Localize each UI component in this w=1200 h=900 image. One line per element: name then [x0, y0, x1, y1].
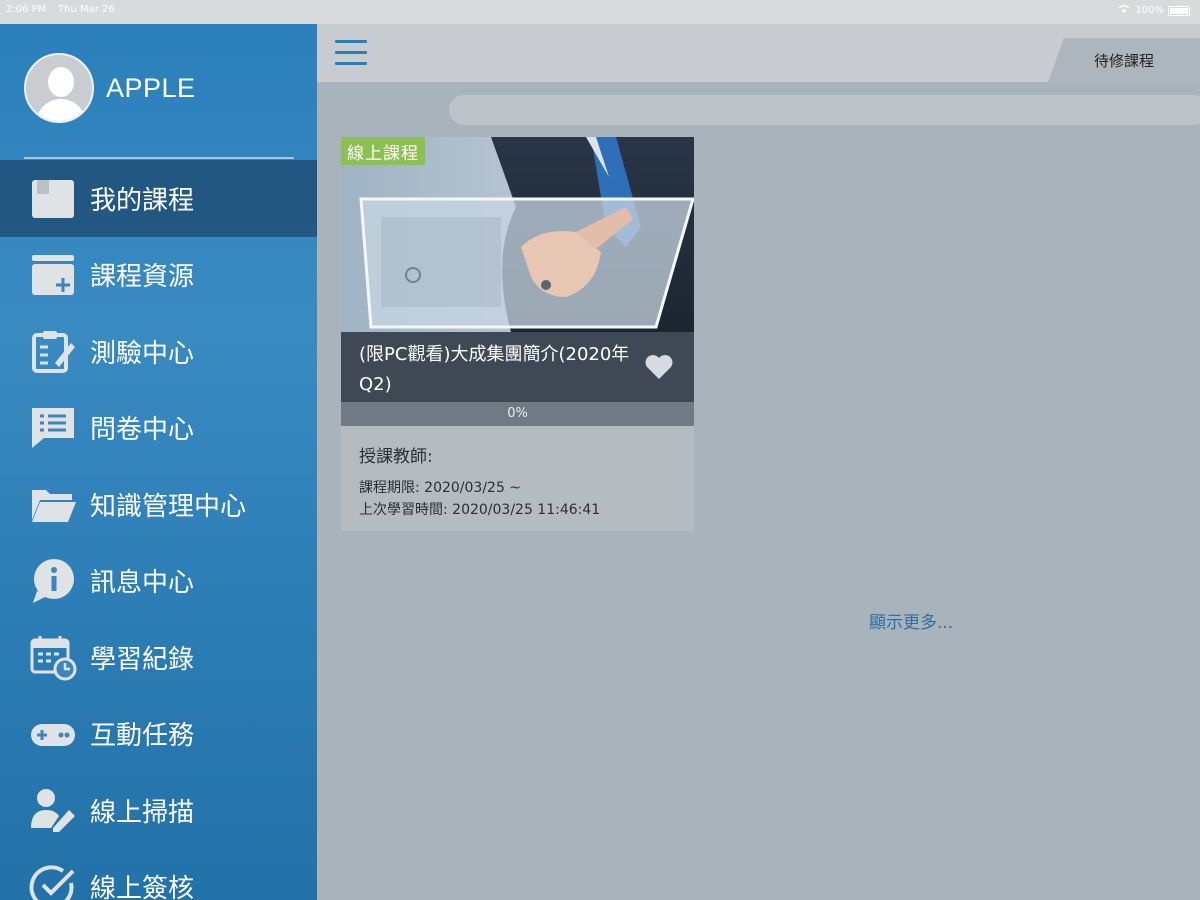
calendar-clock-icon	[28, 632, 78, 682]
course-info: 授課教師: 課程期限: 2020/03/25 ~ 上次學習時間: 2020/03…	[341, 426, 694, 531]
gamepad-icon	[28, 709, 78, 759]
status-date: Thu Mar 26	[58, 4, 115, 15]
sidebar-item-label: 知識管理中心	[90, 491, 247, 522]
sidebar-item-label: 我的課程	[90, 185, 195, 216]
avatar	[24, 53, 94, 123]
info-bubble-icon	[28, 556, 78, 606]
sidebar-item-knowledge-center[interactable]: 知識管理中心	[0, 466, 317, 543]
sidebar-menu: 我的課程 課程資源 測驗中心 問卷中心 知識管理中心 訊息中心 學習紀錄 互動任…	[0, 160, 317, 900]
last-learn-time: 上次學習時間: 2020/03/25 11:46:41	[359, 502, 601, 518]
search-bar[interactable]	[449, 95, 1200, 125]
sidebar-item-course-resources[interactable]: 課程資源	[0, 237, 317, 314]
sidebar-item-online-scan[interactable]: 線上掃描	[0, 772, 317, 849]
show-more-link[interactable]: 顯示更多...	[869, 608, 953, 633]
course-title: (限PC觀看)大成集團簡介(2020年Q2)	[359, 344, 630, 395]
username: APPLE	[106, 72, 196, 103]
sidebar-item-interactive-tasks[interactable]: 互動任務	[0, 696, 317, 773]
sidebar-item-my-courses[interactable]: 我的課程	[0, 160, 317, 237]
user-profile[interactable]: APPLE	[24, 52, 196, 124]
online-course-badge: 線上課程	[341, 137, 425, 165]
sidebar: APPLE 我的課程 課程資源 測驗中心 問卷中心 知識管理中心 訊息中心 學習…	[0, 24, 317, 900]
status-bar: 2:06 PM Thu Mar 26 100%	[0, 0, 1200, 24]
survey-list-icon	[28, 403, 78, 453]
sidebar-item-message-center[interactable]: 訊息中心	[0, 543, 317, 620]
menu-icon[interactable]	[335, 40, 367, 66]
top-bar: 待修課程	[317, 24, 1200, 82]
wifi-icon	[1117, 4, 1131, 17]
status-battery: 100%	[1117, 4, 1190, 17]
sidebar-item-online-approval[interactable]: 線上簽核	[0, 849, 317, 900]
folder-open-icon	[28, 479, 78, 529]
heart-icon[interactable]	[644, 354, 674, 380]
tab-label: 待修課程	[1093, 51, 1154, 70]
clipboard-edit-icon	[28, 326, 78, 376]
sidebar-divider	[24, 157, 294, 159]
status-time: 2:06 PM	[6, 4, 47, 15]
sidebar-item-label: 互動任務	[90, 721, 195, 752]
sidebar-item-label: 線上掃描	[90, 797, 195, 828]
progress-text: 0%	[507, 406, 528, 421]
course-title-box: (限PC觀看)大成集團簡介(2020年Q2)	[341, 332, 694, 402]
sidebar-item-learning-record[interactable]: 學習紀錄	[0, 619, 317, 696]
course-progress-bar: 0%	[341, 402, 694, 426]
teacher-label: 授課教師:	[359, 447, 433, 467]
course-card[interactable]: 線上課程 (限PC觀看)大成集團簡介(2020年Q2) 0% 授課教師: 課程期…	[341, 137, 694, 531]
battery-icon	[1168, 5, 1190, 16]
course-thumbnail: 線上課程	[341, 137, 694, 332]
book-icon	[28, 173, 78, 223]
folder-add-icon	[28, 250, 78, 300]
main-content: 待修課程 線上課程 (限PC觀看)大成集團簡介(2020年Q2) 0% 授課教師…	[317, 24, 1200, 900]
sidebar-item-label: 線上簽核	[90, 874, 195, 900]
sidebar-item-quiz-center[interactable]: 測驗中心	[0, 313, 317, 390]
sidebar-item-label: 測驗中心	[90, 338, 195, 369]
tab-pending-courses[interactable]: 待修課程	[1048, 38, 1200, 82]
battery-percent: 100%	[1135, 5, 1164, 16]
sidebar-item-label: 課程資源	[90, 262, 195, 293]
sidebar-item-label: 學習紀錄	[90, 644, 195, 675]
sidebar-item-label: 訊息中心	[90, 568, 195, 599]
check-circle-icon	[28, 862, 78, 900]
course-period: 課程期限: 2020/03/25 ~	[359, 480, 522, 496]
sidebar-item-label: 問卷中心	[90, 415, 195, 446]
sidebar-item-survey-center[interactable]: 問卷中心	[0, 390, 317, 467]
user-edit-icon	[28, 785, 78, 835]
